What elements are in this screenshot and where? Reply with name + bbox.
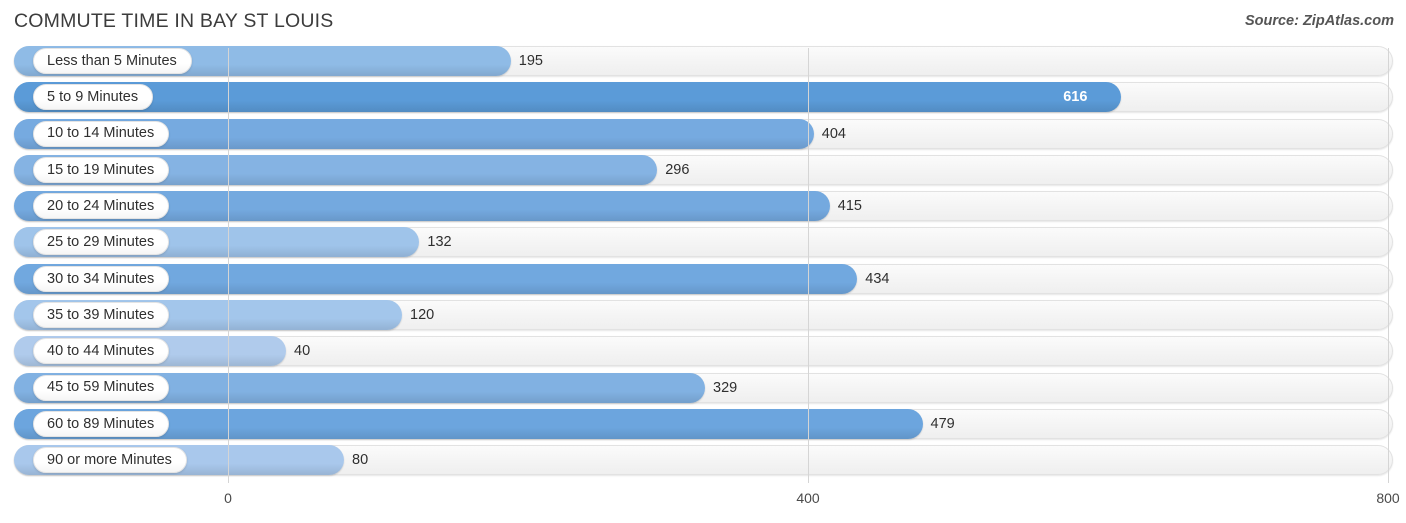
bar-label-capsule: 10 to 14 Minutes [33, 120, 170, 147]
page-title: COMMUTE TIME IN BAY ST LOUIS [14, 10, 334, 32]
bar-label-capsule: Less than 5 Minutes [33, 48, 192, 74]
bar-row[interactable]: 5 to 9 Minutes 616 [0, 82, 1406, 113]
bar-value: 329 [713, 379, 738, 396]
bar-rows: Less than 5 Minutes 195 5 to 9 Minutes 616 1… [0, 46, 1406, 482]
bar-label-capsule: 25 to 29 Minutes [33, 229, 170, 256]
bar-label: 10 to 14 Minutes [47, 125, 155, 142]
bar-label-capsule: 60 to 89 Minutes [33, 410, 170, 437]
bar-label-capsule: 45 to 59 Minutes [33, 374, 170, 401]
bar-label-capsule: 20 to 24 Minutes [33, 193, 170, 220]
bar-value: 80 [352, 452, 369, 469]
x-tick-label: 400 [796, 490, 820, 506]
bar[interactable] [14, 82, 1122, 113]
bar-row[interactable]: 15 to 19 Minutes 296 [0, 154, 1406, 185]
bar-label: 25 to 29 Minutes [47, 234, 155, 251]
x-tick-label: 0 [224, 490, 232, 506]
bar-label: 45 to 59 Minutes [47, 379, 155, 396]
bar-label: 90 or more Minutes [47, 452, 172, 469]
bar-row[interactable]: 45 to 59 Minutes 329 [0, 372, 1406, 403]
bar-value: 132 [427, 234, 452, 251]
bar-label: 60 to 89 Minutes [47, 415, 155, 432]
bar-label-capsule: 40 to 44 Minutes [33, 338, 170, 365]
bar-value: 434 [865, 270, 890, 287]
bar-label-capsule: 5 to 9 Minutes [33, 84, 154, 111]
bar-value: 479 [930, 415, 955, 432]
bar-row[interactable]: 60 to 89 Minutes 479 [0, 408, 1406, 439]
x-tick-label: 800 [1376, 490, 1400, 506]
bar-label: 35 to 39 Minutes [47, 306, 155, 323]
bar-row[interactable]: 20 to 24 Minutes 415 [0, 191, 1406, 222]
bar-value-inside: 616 [1063, 89, 1088, 106]
bar-label: 5 to 9 Minutes [47, 89, 139, 106]
bar-row[interactable]: 10 to 14 Minutes 404 [0, 118, 1406, 149]
bar-value: 195 [518, 53, 543, 69]
bar-value: 296 [665, 161, 690, 178]
bar-label-capsule: 15 to 19 Minutes [33, 156, 170, 183]
source-attribution: Source: ZipAtlas.com [1244, 13, 1394, 29]
bar-row[interactable]: 90 or more Minutes 80 [0, 445, 1406, 476]
bar-label-capsule: 35 to 39 Minutes [33, 302, 170, 329]
chart-plot-area: Less than 5 Minutes 195 5 to 9 Minutes 616 1… [0, 46, 1406, 483]
bar-value: 415 [837, 198, 862, 215]
bar-row[interactable]: 35 to 39 Minutes 120 [0, 300, 1406, 331]
bar-label: 40 to 44 Minutes [47, 343, 155, 360]
bar-value: 40 [294, 343, 311, 360]
bar-label-capsule: 90 or more Minutes [33, 447, 187, 474]
bar-label: Less than 5 Minutes [47, 52, 177, 69]
bar-row[interactable]: 40 to 44 Minutes 40 [0, 336, 1406, 367]
bar-label: 20 to 24 Minutes [47, 197, 155, 214]
bar-label-capsule: 30 to 34 Minutes [33, 265, 170, 292]
x-axis: 0 400 800 [0, 483, 1406, 523]
bar-label: 15 to 19 Minutes [47, 161, 155, 178]
bar-row[interactable]: Less than 5 Minutes 195 [0, 46, 1406, 76]
bar-row[interactable]: 30 to 34 Minutes 434 [0, 263, 1406, 294]
bar-row[interactable]: 25 to 29 Minutes 132 [0, 227, 1406, 258]
bar-label: 30 to 34 Minutes [47, 270, 155, 287]
chart-header: COMMUTE TIME IN BAY ST LOUIS Source: Zip… [0, 0, 1406, 46]
bar-value: 404 [821, 125, 846, 142]
bar-value: 120 [410, 307, 435, 324]
